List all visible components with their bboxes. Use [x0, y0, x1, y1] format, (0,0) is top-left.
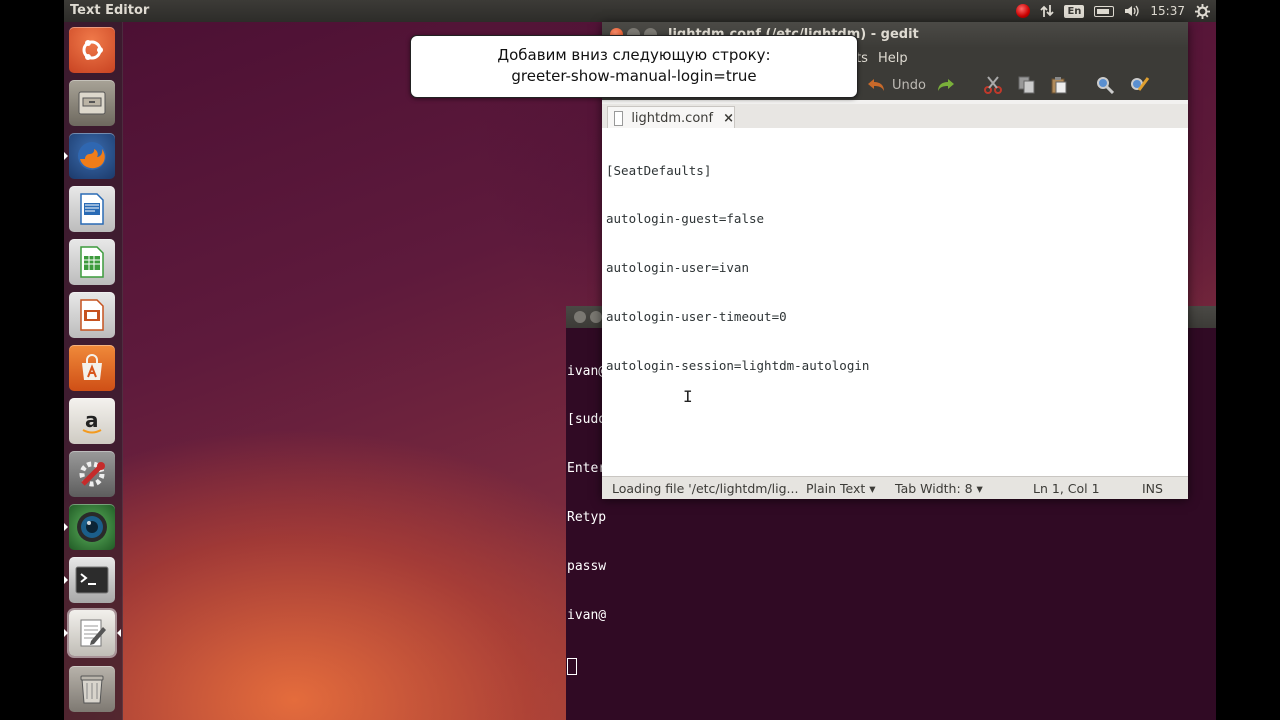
running-indicator [64, 576, 68, 584]
amazon-button[interactable]: a [69, 398, 115, 444]
writer-button[interactable] [69, 186, 115, 232]
scissors-icon [984, 76, 1002, 94]
paste-button[interactable] [1050, 74, 1068, 96]
terminal-close-icon[interactable] [574, 311, 586, 323]
editor-line: [SeatDefaults] [606, 162, 712, 178]
redo-arrow-icon [938, 79, 954, 91]
file-cabinet-icon [78, 91, 106, 115]
text-editor-pencil-icon [80, 619, 106, 647]
launcher: a [64, 22, 123, 720]
search-button[interactable] [1096, 74, 1114, 96]
document-icon [614, 110, 624, 126]
terminal-minimize-icon[interactable] [590, 311, 602, 323]
running-indicator [64, 523, 68, 531]
svg-text:a: a [85, 408, 99, 432]
settings-wrench-icon [79, 461, 105, 487]
undo-arrow-icon [868, 79, 884, 91]
recording-indicator-icon[interactable] [1016, 4, 1031, 18]
instruction-overlay: Добавим вниз следующую строку: greeter-s… [410, 35, 858, 98]
network-icon[interactable] [1040, 4, 1055, 18]
instruction-line-2: greeter-show-manual-login=true [511, 67, 757, 85]
active-app-title: Text Editor [70, 3, 150, 18]
editor-line: autologin-session=lightdm-autologin [606, 358, 870, 374]
letterbox-right [1216, 0, 1280, 720]
top-panel: Text Editor En 15:37 [64, 0, 1216, 22]
volume-icon[interactable] [1124, 4, 1140, 18]
instruction-line-1: Добавим вниз следующую строку: [497, 46, 771, 64]
software-center-button[interactable] [69, 345, 115, 391]
cursor-position: Ln 1, Col 1 [1033, 481, 1100, 496]
ubuntu-logo-icon [82, 40, 103, 60]
copy-icon [1018, 76, 1035, 94]
battery-icon[interactable] [1094, 5, 1115, 17]
close-tab-icon[interactable]: × [723, 111, 734, 126]
language-selector[interactable]: Plain Text ▾ [806, 481, 876, 496]
status-message: Loading file '/etc/lightdm/lig... [612, 481, 799, 496]
copy-button[interactable] [1018, 74, 1036, 96]
trash-button[interactable] [69, 666, 115, 712]
tab-width-selector[interactable]: Tab Width: 8 ▾ [895, 481, 983, 496]
amazon-icon: a [82, 408, 102, 434]
undo-button[interactable]: Undo [866, 74, 926, 96]
tab-lightdm-conf[interactable]: lightdm.conf × [607, 106, 735, 129]
insert-mode: INS [1142, 481, 1163, 496]
camera-lens-icon [77, 512, 107, 542]
ibeam-cursor-icon: I [683, 387, 693, 406]
shopping-bag-icon [82, 354, 102, 380]
find-replace-icon [1131, 77, 1150, 91]
impress-button[interactable] [69, 292, 115, 338]
cut-button[interactable] [984, 74, 1002, 96]
redo-button[interactable] [936, 74, 956, 96]
desktop: Text Editor En 15:37 a ivan@ [sudo Enter… [64, 0, 1216, 720]
terminal-button[interactable] [69, 557, 115, 603]
focused-indicator [117, 629, 121, 637]
terminal-cursor [567, 657, 577, 675]
document-tabs: lightdm.conf × [602, 104, 1188, 129]
running-indicator [64, 152, 68, 160]
writer-document-icon [80, 193, 104, 225]
terminal-line: passw [567, 559, 607, 575]
shotwell-button[interactable] [69, 504, 115, 550]
files-button[interactable] [69, 80, 115, 126]
clock[interactable]: 15:37 [1150, 4, 1185, 18]
terminal-line: ivan@ [567, 608, 607, 624]
text-editor-area[interactable]: [SeatDefaults] autologin-guest=false aut… [602, 128, 1188, 476]
editor-line: autologin-user-timeout=0 [606, 309, 787, 325]
trash-icon [80, 675, 104, 704]
terminal-line: Retyp [567, 510, 607, 526]
editor-content: [SeatDefaults] autologin-guest=false aut… [606, 130, 869, 407]
editor-line: autologin-guest=false [606, 211, 765, 227]
menu-help[interactable]: Help [878, 51, 908, 66]
calc-spreadsheet-icon [80, 246, 104, 278]
clipboard-icon [1051, 77, 1067, 94]
gear-icon[interactable] [1195, 3, 1210, 19]
search-icon [1097, 77, 1114, 94]
system-settings-button[interactable] [69, 451, 115, 497]
firefox-icon [78, 142, 106, 170]
calc-button[interactable] [69, 239, 115, 285]
dash-home-button[interactable] [69, 27, 115, 73]
replace-button[interactable] [1130, 74, 1150, 96]
tab-label: lightdm.conf [631, 110, 714, 126]
running-indicator [64, 629, 68, 637]
statusbar: Loading file '/etc/lightdm/lig... Plain … [602, 476, 1188, 499]
undo-label: Undo [892, 77, 926, 93]
terminal-icon [75, 566, 109, 594]
letterbox-left [0, 0, 64, 720]
impress-presentation-icon [80, 299, 104, 331]
keyboard-layout-indicator[interactable]: En [1064, 4, 1085, 18]
text-editor-button[interactable] [69, 610, 115, 656]
firefox-button[interactable] [69, 133, 115, 179]
indicator-area: En 15:37 [1016, 0, 1210, 22]
editor-line: autologin-user=ivan [606, 260, 749, 276]
